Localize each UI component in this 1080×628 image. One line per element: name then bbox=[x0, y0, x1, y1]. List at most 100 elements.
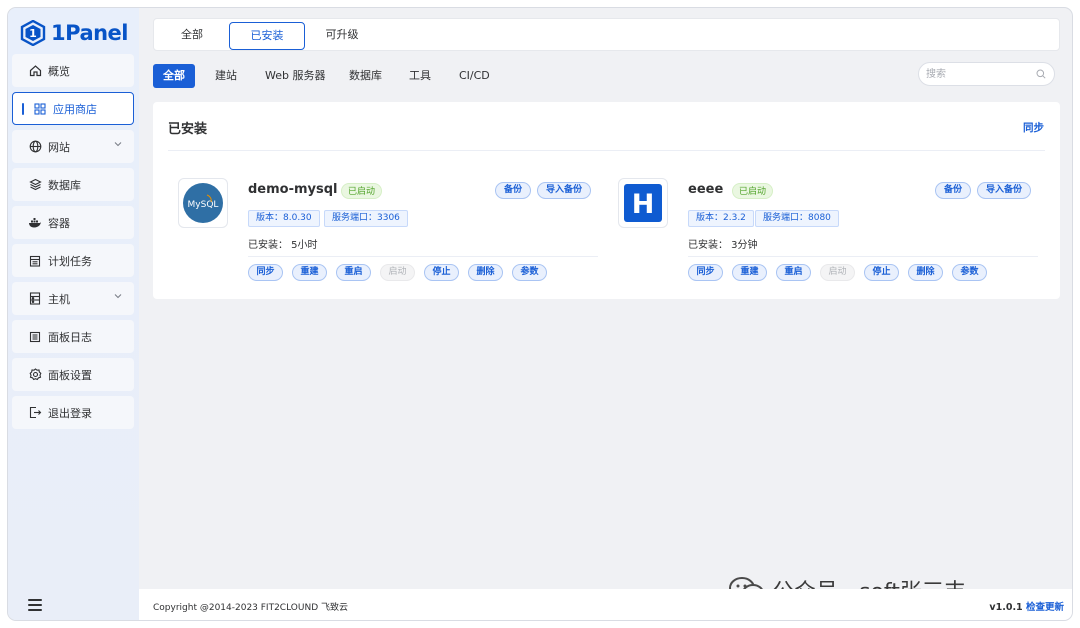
backup-button[interactable]: 备份 bbox=[935, 182, 972, 199]
divider bbox=[688, 256, 1038, 257]
filter-web-server[interactable]: Web 服务器 bbox=[255, 64, 335, 88]
sidebar-item-label: 主机 bbox=[48, 292, 70, 306]
restart-button[interactable]: 重启 bbox=[776, 264, 811, 281]
sync-action-button[interactable]: 同步 bbox=[688, 264, 723, 281]
tab-all[interactable]: 全部 bbox=[164, 22, 220, 50]
port-tag: 服务端口：3306 bbox=[324, 210, 408, 227]
filter-tools[interactable]: 工具 bbox=[399, 64, 441, 88]
sidebar: 1 1Panel 概览 应用商店 网站 数据库 容器 计划任务 主机 面板日志 … bbox=[8, 8, 139, 620]
sidebar-item-label: 应用商店 bbox=[53, 102, 97, 116]
restart-button[interactable]: 重启 bbox=[336, 264, 371, 281]
database-icon bbox=[28, 178, 42, 192]
filter-website[interactable]: 建站 bbox=[205, 64, 247, 88]
mysql-logo: MySQL bbox=[178, 178, 228, 228]
sidebar-item-label: 网站 bbox=[48, 140, 70, 154]
filter-cicd[interactable]: CI/CD bbox=[449, 64, 500, 88]
sync-action-button[interactable]: 同步 bbox=[248, 264, 283, 281]
app-card-eeee: H eeee 已启动 备份 导入备份 版本：2.3.2 服务端口：8080 已安… bbox=[618, 178, 1038, 288]
sidebar-menu: 概览 应用商店 网站 数据库 容器 计划任务 主机 面板日志 面板设置 退出登录 bbox=[12, 54, 134, 434]
params-button[interactable]: 参数 bbox=[512, 264, 547, 281]
app-card-demo-mysql: MySQL demo-mysql 已启动 备份 导入备份 版本：8.0.30 服… bbox=[178, 178, 598, 288]
backup-button[interactable]: 备份 bbox=[495, 182, 532, 199]
divider bbox=[168, 150, 1045, 151]
installed-apps-card: 已安装 同步 MySQL demo-mysql 已启动 备份 导入备份 版本：8… bbox=[153, 102, 1060, 299]
sidebar-item-label: 数据库 bbox=[48, 178, 81, 192]
app-name: demo-mysql bbox=[248, 182, 338, 197]
sidebar-item-overview[interactable]: 概览 bbox=[12, 54, 134, 87]
category-filter-bar: 全部 建站 Web 服务器 数据库 工具 CI/CD bbox=[153, 62, 1063, 88]
globe-icon bbox=[28, 140, 42, 154]
installed-time: 已安装： 3分钟 bbox=[688, 240, 758, 251]
sidebar-item-app-store[interactable]: 应用商店 bbox=[12, 92, 134, 125]
home-icon bbox=[28, 64, 42, 78]
version-tag: 版本：2.3.2 bbox=[688, 210, 754, 227]
server-icon bbox=[28, 292, 42, 306]
params-button[interactable]: 参数 bbox=[952, 264, 987, 281]
active-indicator bbox=[22, 103, 24, 115]
sidebar-item-container[interactable]: 容器 bbox=[12, 206, 134, 239]
sidebar-item-label: 计划任务 bbox=[48, 254, 92, 268]
status-badge: 已启动 bbox=[341, 183, 383, 199]
halo-logo: H bbox=[618, 178, 668, 228]
import-backup-button[interactable]: 导入备份 bbox=[977, 182, 1032, 199]
collapse-menu-icon[interactable] bbox=[28, 599, 42, 611]
delete-button[interactable]: 删除 bbox=[468, 264, 503, 281]
check-update-link[interactable]: 检查更新 bbox=[1026, 602, 1064, 613]
search-icon[interactable] bbox=[1036, 69, 1046, 79]
start-button[interactable]: 启动 bbox=[820, 264, 855, 281]
chevron-down-icon bbox=[114, 292, 122, 302]
installed-time: 已安装： 5小时 bbox=[248, 240, 318, 251]
logo[interactable]: 1 1Panel bbox=[20, 16, 129, 50]
filter-all[interactable]: 全部 bbox=[153, 64, 195, 88]
import-backup-button[interactable]: 导入备份 bbox=[537, 182, 592, 199]
rebuild-button[interactable]: 重建 bbox=[292, 264, 327, 281]
stop-button[interactable]: 停止 bbox=[864, 264, 899, 281]
sidebar-item-panel-log[interactable]: 面板日志 bbox=[12, 320, 134, 353]
copyright-text: Copyright @2014-2023 FIT2CLOUND 飞致云 bbox=[153, 603, 348, 613]
sidebar-item-host[interactable]: 主机 bbox=[12, 282, 134, 315]
chevron-down-icon bbox=[114, 140, 122, 150]
divider bbox=[248, 256, 598, 257]
filter-database[interactable]: 数据库 bbox=[339, 64, 392, 88]
sidebar-item-label: 容器 bbox=[48, 216, 70, 230]
svg-text:1: 1 bbox=[29, 27, 37, 40]
footer: Copyright @2014-2023 FIT2CLOUND 飞致云 v1.0… bbox=[139, 589, 1072, 620]
port-tag: 服务端口：8080 bbox=[755, 210, 839, 227]
status-tabs: 全部 已安装 可升级 bbox=[153, 18, 1060, 51]
sidebar-item-label: 面板日志 bbox=[48, 330, 92, 344]
version-number: v1.0.1 bbox=[989, 602, 1023, 613]
delete-button[interactable]: 删除 bbox=[908, 264, 943, 281]
sidebar-item-cron[interactable]: 计划任务 bbox=[12, 244, 134, 277]
sidebar-item-website[interactable]: 网站 bbox=[12, 130, 134, 163]
logo-icon: 1 bbox=[20, 20, 46, 46]
start-button[interactable]: 启动 bbox=[380, 264, 415, 281]
sidebar-item-label: 概览 bbox=[48, 64, 70, 78]
tab-installed[interactable]: 已安装 bbox=[229, 22, 305, 50]
halo-logo-text: H bbox=[632, 189, 655, 220]
gear-icon bbox=[28, 368, 42, 382]
tab-upgradable[interactable]: 可升级 bbox=[314, 22, 370, 50]
grid-icon bbox=[33, 102, 47, 116]
sidebar-item-panel-settings[interactable]: 面板设置 bbox=[12, 358, 134, 391]
sidebar-item-label: 退出登录 bbox=[48, 406, 92, 420]
app-window: 1 1Panel 概览 应用商店 网站 数据库 容器 计划任务 主机 面板日志 … bbox=[8, 8, 1072, 620]
logout-icon bbox=[28, 406, 42, 420]
version-info: v1.0.1 检查更新 bbox=[989, 599, 1064, 613]
app-name: eeee bbox=[688, 182, 724, 197]
stop-button[interactable]: 停止 bbox=[424, 264, 459, 281]
sidebar-item-logout[interactable]: 退出登录 bbox=[12, 396, 134, 429]
mysql-logo-text: MySQL bbox=[188, 200, 219, 210]
search-box bbox=[918, 62, 1055, 86]
search-input[interactable] bbox=[919, 63, 1029, 85]
rebuild-button[interactable]: 重建 bbox=[732, 264, 767, 281]
version-tag: 版本：8.0.30 bbox=[248, 210, 320, 227]
sync-button[interactable]: 同步 bbox=[1023, 120, 1044, 135]
status-badge: 已启动 bbox=[732, 183, 774, 199]
docker-icon bbox=[28, 216, 42, 230]
calendar-icon bbox=[28, 254, 42, 268]
log-icon bbox=[28, 330, 42, 344]
brand-name: 1Panel bbox=[51, 21, 129, 45]
sidebar-item-database[interactable]: 数据库 bbox=[12, 168, 134, 201]
section-title: 已安装 bbox=[168, 122, 208, 137]
sidebar-item-label: 面板设置 bbox=[48, 368, 92, 382]
